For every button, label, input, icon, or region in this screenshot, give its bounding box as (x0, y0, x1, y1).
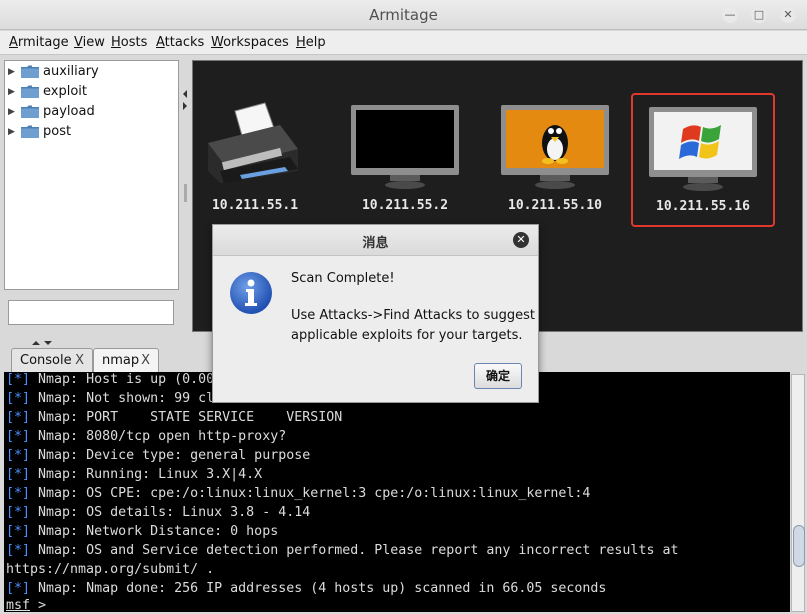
menu-label: orkspaces (223, 35, 289, 50)
close-button[interactable]: ✕ (780, 7, 796, 23)
host-ip: 10.211.55.2 (361, 198, 449, 213)
menu-mnemonic: H (296, 35, 306, 50)
host-10-211-55-16[interactable]: 10.211.55.16 (631, 93, 775, 227)
host-10-211-55-1[interactable]: 10.211.55.1 (180, 91, 330, 227)
dialog-title: 消息 (362, 236, 389, 251)
console-prompt[interactable]: msf > (6, 596, 46, 612)
menu-attacks[interactable]: Attacks (156, 35, 204, 50)
console-line: [*] Nmap: Host is up (0.0000 (6, 372, 231, 387)
console-scrollbar[interactable] (791, 374, 805, 612)
folder-icon (21, 105, 39, 118)
dialog-heading: Scan Complete! (291, 271, 395, 286)
prompt-suffix: > (30, 598, 47, 612)
dialog-close-icon[interactable]: ✕ (513, 232, 529, 248)
monitor-icon (351, 105, 459, 189)
menu-label: ttacks (164, 35, 205, 50)
info-icon (230, 272, 272, 314)
host-10-211-55-10[interactable]: 10.211.55.10 (480, 91, 630, 227)
menu-view[interactable]: View (74, 35, 105, 50)
menu-mnemonic: H (111, 35, 121, 50)
scrollbar-thumb[interactable] (793, 525, 805, 567)
dialog-titlebar: 消息 ✕ (213, 225, 538, 256)
expand-arrow-icon[interactable]: ▶ (8, 83, 15, 101)
menu-workspaces[interactable]: Workspaces (211, 35, 289, 50)
dialog-body-line2: applicable exploits for your targets. (291, 328, 523, 343)
linux-monitor-icon (501, 105, 609, 189)
host-ip: 10.211.55.16 (656, 199, 750, 214)
expand-arrow-icon[interactable]: ▶ (8, 63, 15, 81)
menu-label: osts (120, 35, 148, 50)
minimize-icon: — (724, 8, 736, 21)
tree-item-label: auxiliary (43, 64, 99, 79)
scan-complete-dialog: 消息 ✕ Scan Complete! Use Attacks->Find At… (212, 224, 539, 403)
prompt-name: msf (6, 598, 31, 612)
console-line: [*] Nmap: Network Distance: 0 hops (6, 524, 279, 539)
console-line: [*] Nmap: OS CPE: cpe:/o:linux:linux_ker… (6, 486, 591, 501)
console-line: https://nmap.org/submit/ . (6, 562, 215, 577)
host-ip: 10.211.55.10 (508, 198, 602, 213)
menu-mnemonic: A (156, 35, 165, 50)
tab-close-icon[interactable]: X (75, 353, 84, 368)
host-10-211-55-2[interactable]: 10.211.55.2 (330, 91, 480, 227)
printer-icon (208, 102, 298, 183)
console-line: [*] Nmap: Not shown: 99 clos (6, 391, 231, 406)
tree-item-label: payload (43, 104, 95, 119)
expand-arrow-icon[interactable]: ▶ (8, 123, 15, 141)
menu-mnemonic: W (211, 35, 224, 50)
tab-label: nmap (102, 353, 140, 368)
window-title: Armitage (369, 6, 438, 24)
folder-icon (21, 125, 39, 138)
tree-item-label: post (43, 124, 72, 139)
console-line: [*] Nmap: Device type: general purpose (6, 448, 311, 463)
console-line: [*] Nmap: OS and Service detection perfo… (6, 543, 679, 558)
menu-armitage[interactable]: Armitage (9, 35, 69, 50)
menu-label: iew (82, 35, 105, 50)
menu-mnemonic: V (74, 35, 83, 50)
module-tree: ▶ auxiliary ▶ exploit ▶ payload ▶ post (4, 60, 179, 290)
console-line: [*] Nmap: PORT STATE SERVICE VERSION (6, 410, 343, 425)
menu-help[interactable]: Help (296, 35, 326, 50)
tab-console[interactable]: Console X (11, 348, 93, 372)
folder-icon (21, 85, 39, 98)
expand-arrow-icon[interactable]: ▶ (8, 103, 15, 121)
tree-item-label: exploit (43, 84, 87, 99)
windows-monitor-icon (649, 107, 757, 191)
menu-label: elp (305, 35, 326, 50)
tab-nmap[interactable]: nmap X (93, 348, 159, 372)
console-line: [*] Nmap: OS details: Linux 3.8 - 4.14 (6, 505, 311, 520)
tab-close-icon[interactable]: X (141, 353, 150, 368)
folder-icon (21, 65, 39, 78)
console-line: [*] Nmap: Nmap done: 256 IP addresses (4… (6, 581, 607, 596)
ok-button[interactable]: 确定 (474, 363, 522, 389)
tab-label: Console (20, 353, 72, 368)
maximize-icon: □ (753, 8, 765, 21)
menu-hosts[interactable]: Hosts (111, 35, 147, 50)
window-titlebar: Armitage — □ ✕ (0, 0, 807, 30)
console-output[interactable]: [*] Nmap: Host is up (0.0000 [*] Nmap: N… (4, 372, 790, 612)
menubar: Armitage View Hosts Attacks Workspaces H… (0, 31, 807, 55)
menu-mnemonic: A (9, 35, 18, 50)
console-line: [*] Nmap: 8080/tcp open http-proxy? (6, 429, 287, 444)
host-ip: 10.211.55.1 (211, 198, 299, 213)
maximize-button[interactable]: □ (751, 7, 767, 23)
module-search-input[interactable] (8, 300, 174, 325)
minimize-button[interactable]: — (722, 7, 738, 23)
console-line: [*] Nmap: Running: Linux 3.X|4.X (6, 467, 263, 482)
menu-label: rmitage (17, 35, 69, 50)
dialog-body-line1: Use Attacks->Find Attacks to suggest (291, 308, 536, 323)
close-icon: ✕ (783, 8, 793, 21)
